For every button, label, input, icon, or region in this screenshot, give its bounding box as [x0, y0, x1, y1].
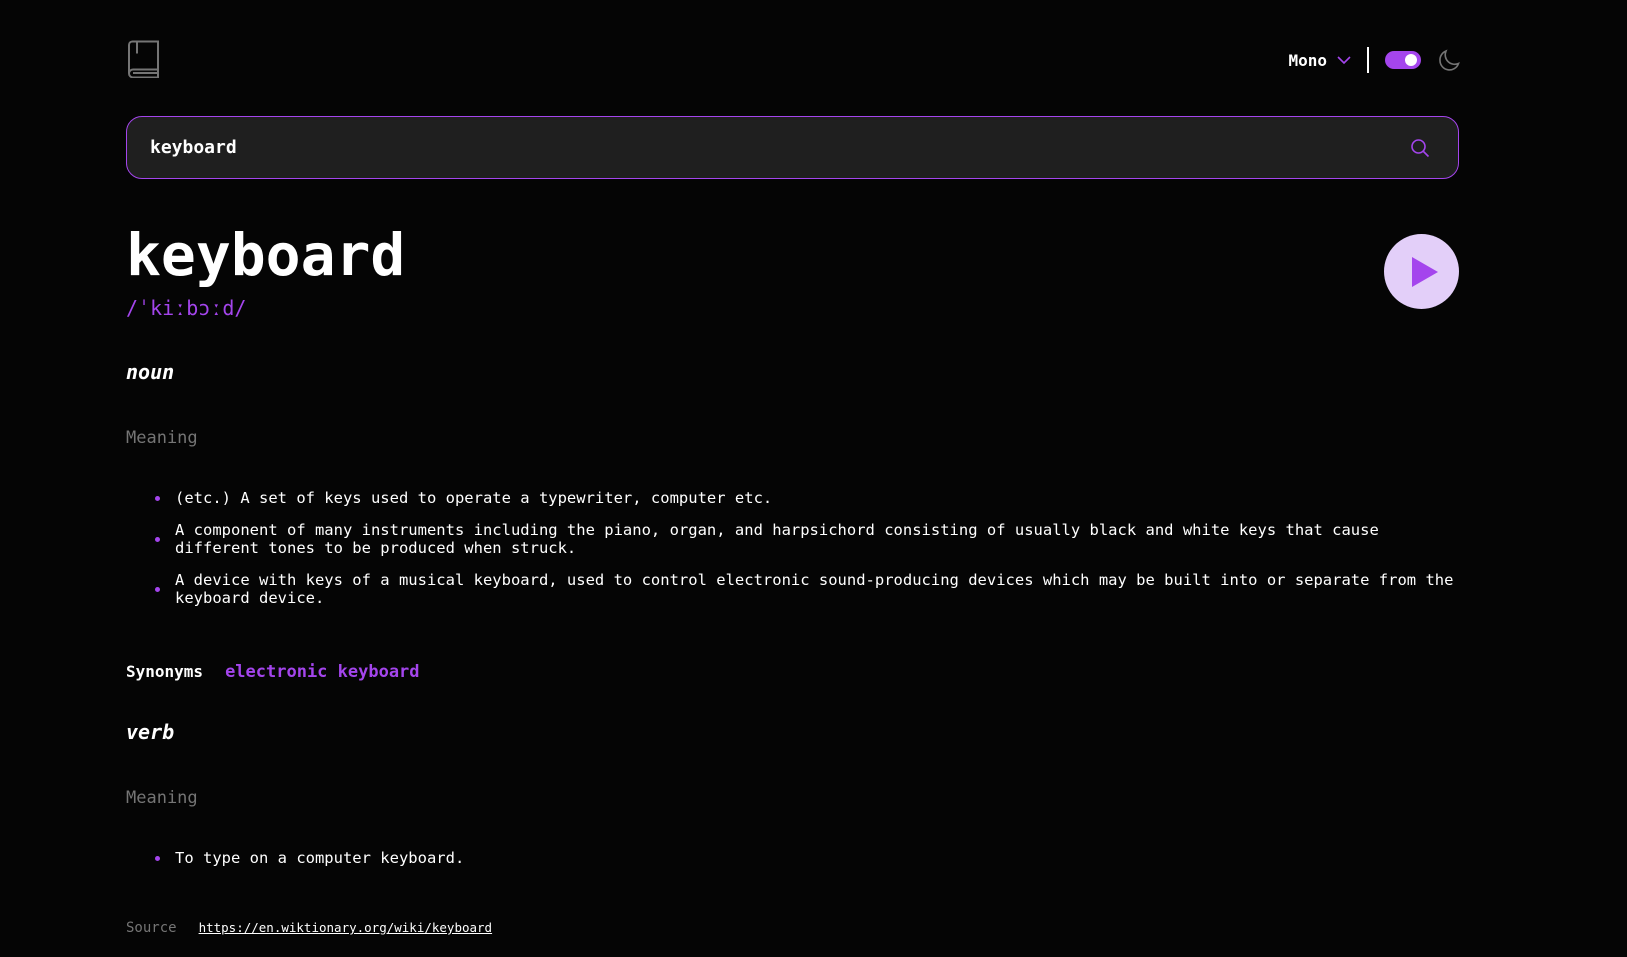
header: Mono [126, 38, 1461, 82]
meaning-label-verb: Meaning [126, 788, 198, 808]
search-input[interactable] [150, 117, 1350, 178]
synonym-link[interactable]: electronic keyboard [225, 662, 419, 682]
header-controls: Mono [1288, 43, 1461, 77]
definition-item: (etc.) A set of keys used to operate a t… [155, 489, 1455, 507]
source-link[interactable]: https://en.wiktionary.org/wiki/keyboard [199, 920, 493, 935]
synonyms-label: Synonyms [126, 662, 204, 681]
definition-text: A component of many instruments includin… [175, 521, 1379, 557]
font-selector-label: Mono [1288, 50, 1327, 70]
part-of-speech-noun: noun [126, 360, 175, 384]
definition-text: (etc.) A set of keys used to operate a t… [175, 489, 773, 507]
source-label: Source [126, 920, 177, 936]
bullet-dot [155, 855, 160, 861]
chevron-down-icon [1337, 55, 1351, 64]
dictionary-page: Mono keyboard /ˈkiːbɔːd/ no [126, 0, 1461, 957]
definition-item: A device with keys of a musical keyboard… [155, 571, 1455, 607]
synonyms-row: Synonyms electronic keyboard [126, 662, 420, 682]
play-icon [1412, 257, 1438, 287]
part-of-speech-verb: verb [126, 720, 175, 744]
phonetic: /ˈkiːbɔːd/ [126, 296, 247, 320]
bullet-dot [155, 495, 160, 501]
definition-list-verb: To type on a computer keyboard. [155, 849, 1455, 881]
play-audio-button[interactable] [1384, 234, 1459, 309]
definition-item: A component of many instruments includin… [155, 521, 1455, 557]
theme-toggle-knob [1405, 54, 1417, 66]
search-bar [126, 116, 1459, 179]
moon-icon [1439, 49, 1460, 71]
bullet-dot [155, 536, 160, 542]
definition-text: A device with keys of a musical keyboard… [175, 571, 1454, 607]
definition-item: To type on a computer keyboard. [155, 849, 1455, 867]
source-row: Source https://en.wiktionary.org/wiki/ke… [126, 920, 492, 936]
definition-text: To type on a computer keyboard. [175, 849, 465, 867]
book-logo-icon[interactable] [126, 40, 160, 78]
meaning-label-noun: Meaning [126, 428, 198, 448]
font-selector[interactable]: Mono [1288, 51, 1351, 70]
word-title: keyboard [126, 221, 406, 289]
theme-toggle[interactable] [1385, 51, 1421, 69]
bullet-dot [155, 586, 160, 592]
definition-list-noun: (etc.) A set of keys used to operate a t… [155, 489, 1455, 621]
search-icon[interactable] [1410, 138, 1430, 158]
header-divider [1367, 47, 1369, 73]
